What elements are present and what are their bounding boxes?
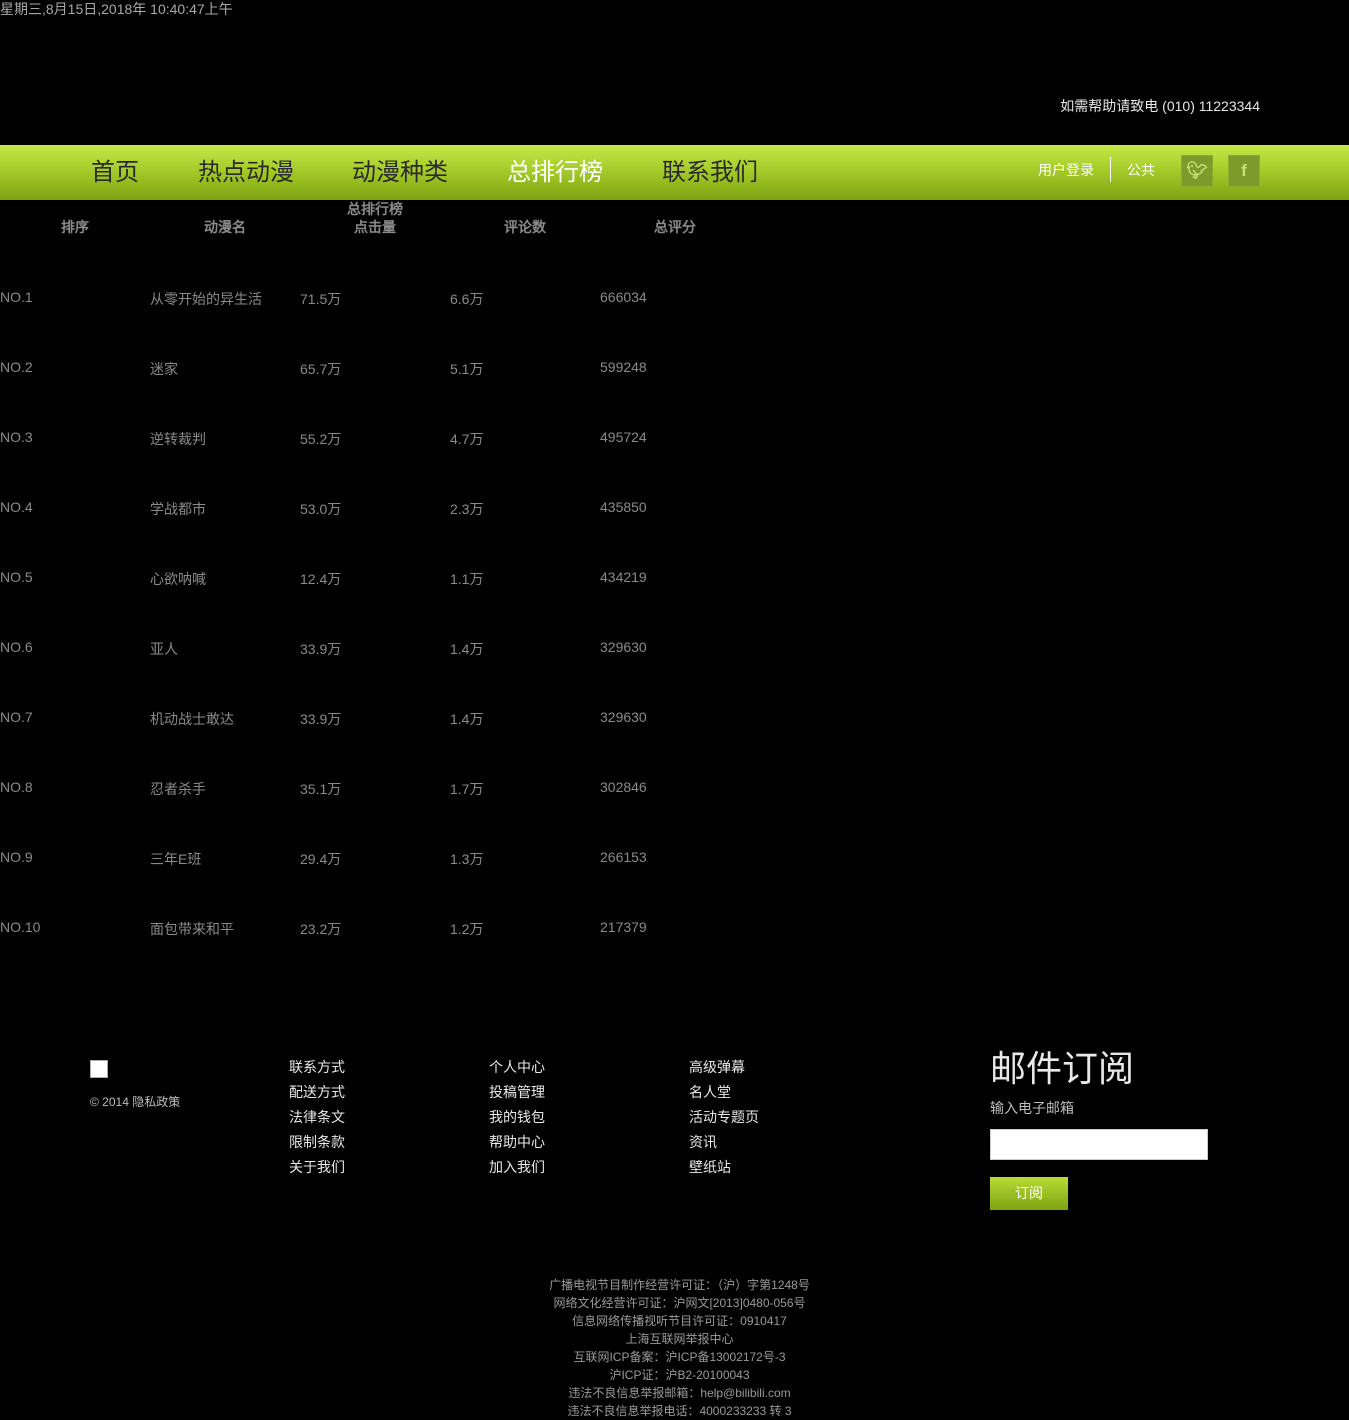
clicks-cell: 71.5万 — [300, 291, 342, 307]
comments-cell: 1.2万 — [450, 921, 484, 937]
subscribe-button[interactable]: 订阅 — [990, 1177, 1068, 1210]
score-cell: 266153 — [600, 849, 647, 865]
score-cell: 217379 — [600, 919, 647, 935]
comments-cell: 1.3万 — [450, 851, 484, 867]
clicks-cell: 33.9万 — [300, 711, 342, 727]
name-cell[interactable]: 三年E班 — [150, 849, 201, 869]
footer-link[interactable]: 资讯 — [689, 1133, 717, 1151]
rank-cell: NO.2 — [0, 359, 33, 375]
col-score-header: 总评分 — [654, 219, 696, 235]
rank-cell: NO.10 — [0, 919, 41, 935]
clicks-cell: 55.2万 — [300, 431, 342, 447]
name-cell[interactable]: 机动战士敢达 — [150, 709, 234, 729]
comments-cell: 1.1万 — [450, 571, 484, 587]
nav-divider — [1110, 157, 1111, 182]
footer-logo-image — [90, 1060, 108, 1078]
comments-cell: 1.4万 — [450, 641, 484, 657]
main-nav-bar: 首页 热点动漫 动漫种类 总排行榜 联系我们 用户登录 公共 🐦︎ f — [0, 145, 1349, 200]
col-rank-header: 排序 — [61, 219, 89, 235]
facebook-icon[interactable]: f — [1228, 155, 1260, 187]
nav-contact[interactable]: 联系我们 — [662, 157, 758, 187]
rank-cell: NO.9 — [0, 849, 33, 865]
footer-link[interactable]: 名人堂 — [689, 1083, 731, 1101]
footer-link[interactable]: 壁纸站 — [689, 1158, 731, 1176]
rank-cell: NO.8 — [0, 779, 33, 795]
twitter-icon[interactable]: 🐦︎ — [1181, 155, 1213, 187]
legal-line: 广播电视节目制作经营许可证：（沪）字第1248号 — [549, 1278, 810, 1292]
score-cell: 495724 — [600, 429, 647, 445]
footer-link[interactable]: 关于我们 — [289, 1158, 345, 1176]
score-cell: 302846 — [600, 779, 647, 795]
rank-cell: NO.7 — [0, 709, 33, 725]
ranking-title: 总排行榜 — [347, 201, 403, 217]
clicks-cell: 12.4万 — [300, 571, 342, 587]
rank-cell: NO.6 — [0, 639, 33, 655]
clicks-cell: 35.1万 — [300, 781, 342, 797]
legal-info: 广播电视节目制作经营许可证：（沪）字第1248号 网络文化经营许可证：沪网文[20… — [0, 1276, 1349, 1420]
public-link[interactable]: 公共 — [1127, 160, 1155, 180]
name-cell[interactable]: 忍者杀手 — [150, 779, 206, 799]
legal-line: 违法不良信息举报电话：4000233233 转 3 — [567, 1404, 792, 1418]
rank-cell: NO.1 — [0, 289, 33, 305]
footer-link[interactable]: 帮助中心 — [489, 1133, 545, 1151]
comments-cell: 6.6万 — [450, 291, 484, 307]
name-cell[interactable]: 亚人 — [150, 639, 178, 659]
legal-line: 信息网络传播视听节目许可证：0910417 — [572, 1314, 787, 1328]
subscribe-label: 输入电子邮箱 — [990, 1100, 1074, 1116]
copyright-text: © 2014 隐私政策 — [90, 1095, 181, 1109]
legal-line: 沪ICP证：沪B2-20100043 — [609, 1368, 750, 1382]
footer-link[interactable]: 限制条款 — [289, 1133, 345, 1151]
comments-cell: 4.7万 — [450, 431, 484, 447]
nav-ranking[interactable]: 总排行榜 — [507, 157, 603, 187]
footer-link[interactable]: 个人中心 — [489, 1058, 545, 1076]
legal-line: 上海互联网举报中心 — [625, 1332, 734, 1346]
rank-cell: NO.3 — [0, 429, 33, 445]
clicks-cell: 33.9万 — [300, 641, 342, 657]
nav-home[interactable]: 首页 — [91, 157, 139, 187]
legal-line: 互联网ICP备案：沪ICP备13002172号-3 — [573, 1350, 786, 1364]
legal-line: 违法不良信息举报邮箱：help@bilibili.com — [568, 1386, 791, 1400]
col-comments-header: 评论数 — [504, 219, 546, 235]
footer-link[interactable]: 联系方式 — [289, 1058, 345, 1076]
clicks-cell: 53.0万 — [300, 501, 342, 517]
score-cell: 434219 — [600, 569, 647, 585]
rank-cell: NO.4 — [0, 499, 33, 515]
score-cell: 666034 — [600, 289, 647, 305]
score-cell: 599248 — [600, 359, 647, 375]
name-cell[interactable]: 学战都市 — [150, 499, 206, 519]
name-cell[interactable]: 心欲呐喊 — [150, 569, 206, 589]
score-cell: 329630 — [600, 639, 647, 655]
comments-cell: 2.3万 — [450, 501, 484, 517]
footer-link[interactable]: 加入我们 — [489, 1158, 545, 1176]
datetime-display: 星期三,8月15日,2018年 10:40:47上午 — [0, 1, 233, 17]
score-cell: 329630 — [600, 709, 647, 725]
col-clicks-header: 点击量 — [354, 219, 396, 235]
login-link[interactable]: 用户登录 — [1038, 160, 1094, 180]
legal-line: 网络文化经营许可证：沪网文[2013]0480-056号 — [553, 1296, 806, 1310]
comments-cell: 5.1万 — [450, 361, 484, 377]
rank-cell: NO.5 — [0, 569, 33, 585]
name-cell[interactable]: 迷家 — [150, 359, 178, 379]
subscribe-title: 邮件订阅 — [990, 1049, 1135, 1090]
name-cell[interactable]: 从零开始的异生活 — [150, 289, 262, 309]
comments-cell: 1.4万 — [450, 711, 484, 727]
footer-link[interactable]: 法律条文 — [289, 1108, 345, 1126]
nav-hot-anime[interactable]: 热点动漫 — [198, 157, 294, 187]
footer-link[interactable]: 活动专题页 — [689, 1108, 759, 1126]
email-input[interactable] — [990, 1129, 1208, 1160]
help-hotline: 如需帮助请致电 (010) 11223344 — [1060, 98, 1260, 114]
col-name-header: 动漫名 — [204, 219, 246, 235]
footer-link[interactable]: 配送方式 — [289, 1083, 345, 1101]
footer-link[interactable]: 高级弹幕 — [689, 1058, 745, 1076]
name-cell[interactable]: 逆转裁判 — [150, 429, 206, 449]
score-cell: 435850 — [600, 499, 647, 515]
clicks-cell: 29.4万 — [300, 851, 342, 867]
nav-anime-types[interactable]: 动漫种类 — [352, 157, 448, 187]
clicks-cell: 65.7万 — [300, 361, 342, 377]
name-cell[interactable]: 面包带来和平 — [150, 919, 234, 939]
clicks-cell: 23.2万 — [300, 921, 342, 937]
comments-cell: 1.7万 — [450, 781, 484, 797]
footer-link[interactable]: 我的钱包 — [489, 1108, 545, 1126]
footer-link[interactable]: 投稿管理 — [489, 1083, 545, 1101]
